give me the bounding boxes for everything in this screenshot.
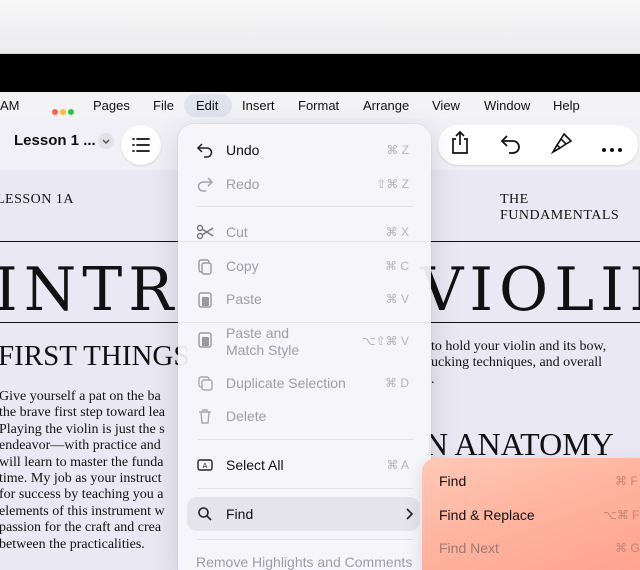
menu-help[interactable]: Help <box>553 98 580 113</box>
search-icon <box>196 505 214 523</box>
device-bezel <box>0 54 640 92</box>
menu-item-cut[interactable]: Cut ⌘ X <box>178 219 431 245</box>
menu-format[interactable]: Format <box>298 98 339 113</box>
document-title[interactable]: Lesson 1 ... <box>14 132 96 149</box>
select-all-icon: A <box>196 456 214 474</box>
duplicate-icon <box>196 374 214 392</box>
menu-item-delete[interactable]: Delete <box>178 403 431 429</box>
undo-icon[interactable] <box>499 132 523 159</box>
submenu-item-find-replace[interactable]: Find & Replace <box>439 507 535 523</box>
device-top-area <box>0 0 640 54</box>
menu-item-paste[interactable]: Paste ⌘ V <box>178 286 431 312</box>
paintbrush-icon[interactable] <box>550 131 574 160</box>
submenu-shortcut: ⌘ F <box>615 474 638 488</box>
title-left-fragment: INTR <box>0 255 180 325</box>
menu-item-duplicate[interactable]: Duplicate Selection ⌘ D <box>178 370 431 396</box>
header-left: LESSON 1A <box>0 192 75 207</box>
menu-insert[interactable]: Insert <box>242 98 275 113</box>
list-icon[interactable] <box>121 125 161 165</box>
submenu-item-find[interactable]: Find <box>439 473 466 489</box>
menu-item-copy[interactable]: Copy ⌘ C <box>178 253 431 279</box>
find-submenu: Find ⌘ F Find & Replace ⌥⌘ F Find Next ⌘… <box>422 458 640 570</box>
body-text-left: Give yourself a pat on the ba the brave f… <box>0 389 165 552</box>
chevron-down-icon[interactable] <box>98 133 114 149</box>
zoom-dot[interactable] <box>68 109 74 115</box>
undo-icon <box>196 141 214 159</box>
trash-icon <box>196 407 214 425</box>
menu-pages[interactable]: Pages <box>93 98 130 113</box>
menu-arrange[interactable]: Arrange <box>363 98 409 113</box>
menu-item-find[interactable]: Find <box>178 501 431 527</box>
submenu-item-find-next[interactable]: Find Next <box>439 540 499 556</box>
paste-icon <box>196 290 214 308</box>
menu-bar: AM Pages File Edit Insert Format Arrange… <box>0 92 640 119</box>
menu-view[interactable]: View <box>432 98 460 113</box>
redo-icon <box>196 175 214 193</box>
paste-style-icon <box>196 330 214 348</box>
menu-separator <box>198 439 413 440</box>
edit-menu: Undo ⌘ Z Redo ⇧⌘ Z Cut ⌘ X Copy ⌘ C Past… <box>178 124 431 570</box>
submenu-shortcut: ⌘ G <box>615 541 640 555</box>
scissors-icon <box>196 223 214 241</box>
window-controls[interactable] <box>52 102 76 120</box>
title-right-fragment: VIOLIN <box>420 255 640 325</box>
menu-item-redo[interactable]: Redo ⇧⌘ Z <box>178 171 431 197</box>
chevron-right-icon <box>404 507 414 526</box>
menu-window[interactable]: Window <box>484 98 530 113</box>
menu-item-undo[interactable]: Undo ⌘ Z <box>178 137 431 163</box>
minimize-dot[interactable] <box>60 109 66 115</box>
header-right: THE FUNDAMENTALS <box>500 192 620 223</box>
clock: AM <box>0 98 20 113</box>
menu-separator <box>198 206 413 207</box>
menu-edit[interactable]: Edit <box>196 98 218 113</box>
share-icon[interactable] <box>449 130 471 161</box>
menu-item-paste-match-style[interactable]: Paste and Match Style ⌥⇧⌘ V <box>178 320 431 360</box>
copy-icon <box>196 257 214 275</box>
submenu-shortcut: ⌥⌘ F <box>603 508 640 522</box>
more-icon[interactable] <box>601 140 623 158</box>
subheading: FIRST THINGS <box>0 340 190 372</box>
menu-file[interactable]: File <box>153 98 174 113</box>
svg-text:A: A <box>203 463 208 470</box>
close-dot[interactable] <box>52 109 58 115</box>
menu-separator <box>198 488 413 489</box>
menu-item-select-all[interactable]: A Select All ⌘ A <box>178 452 431 478</box>
menu-separator <box>198 539 413 540</box>
menu-item-remove-highlights[interactable]: Remove Highlights and Comments <box>178 549 431 570</box>
body-text-right: to hold your violin and its bow, ucking t… <box>431 339 607 387</box>
